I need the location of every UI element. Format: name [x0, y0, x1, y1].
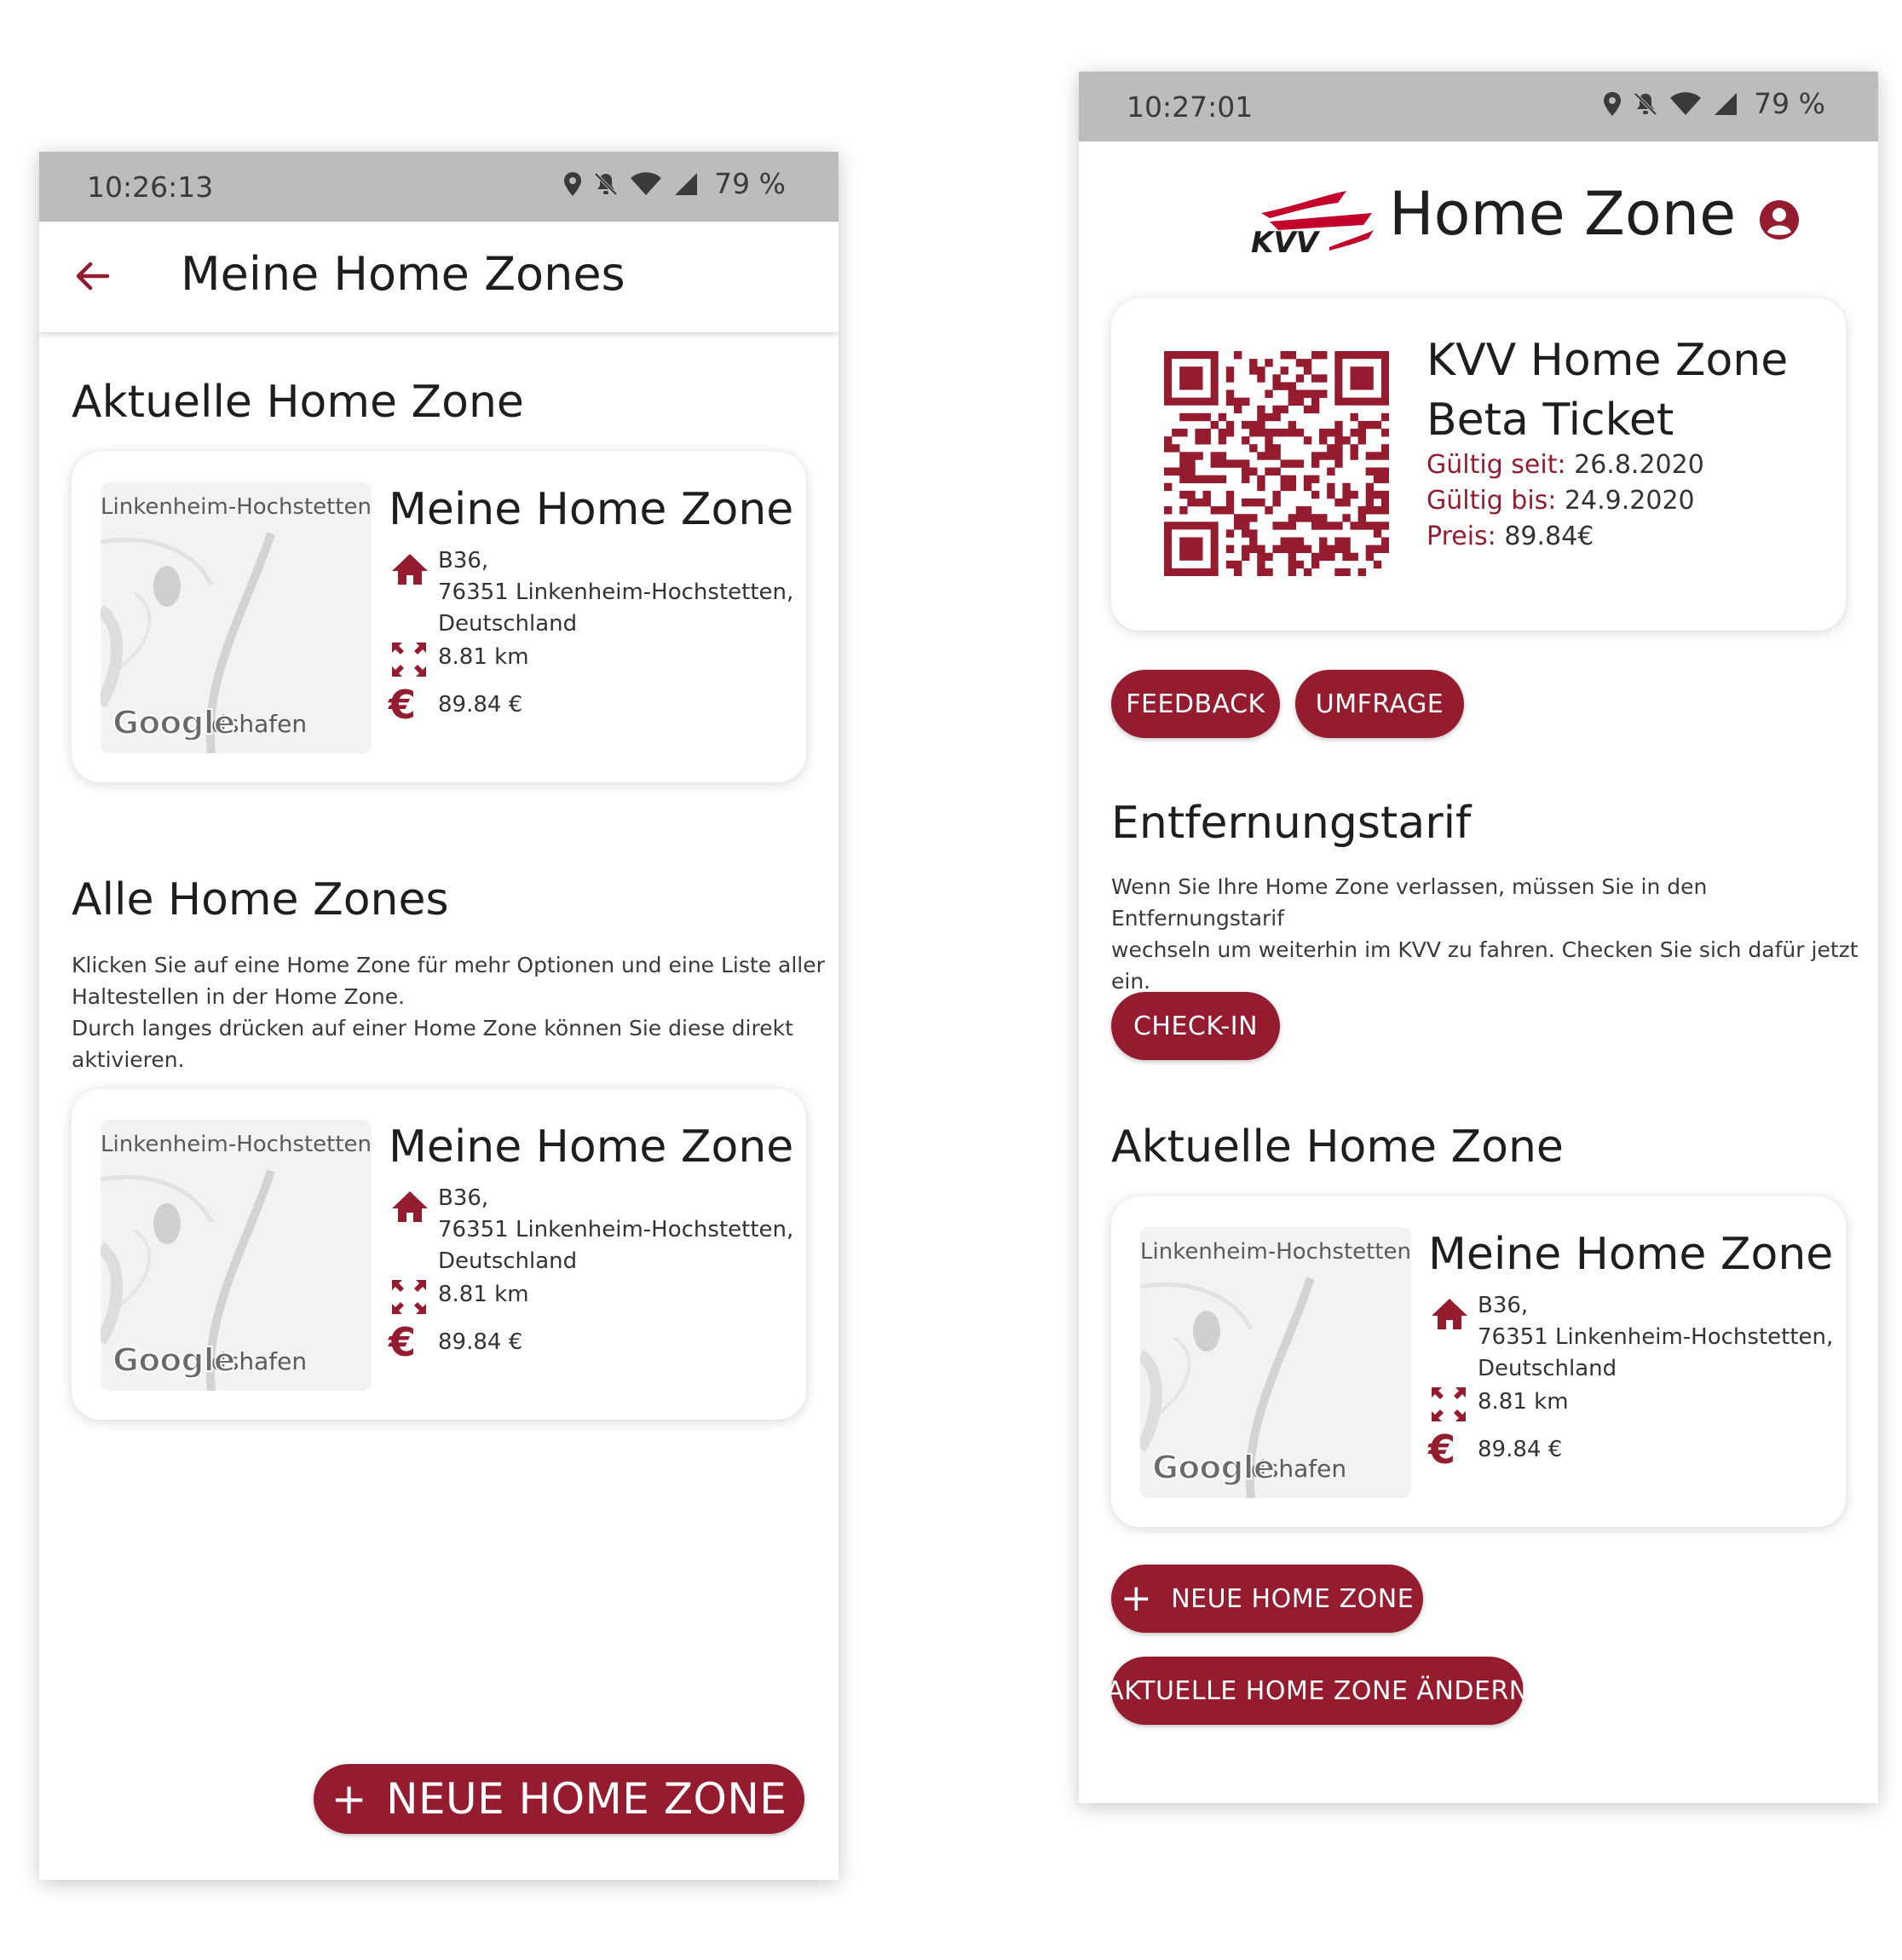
status-time: 10:27:01	[1127, 90, 1254, 124]
home-icon	[392, 1191, 428, 1222]
current-zone-heading: Aktuelle Home Zone	[1111, 1121, 1564, 1173]
map-city-label: Linkenheim-Hochstetten	[1140, 1239, 1411, 1265]
phone-screen-my-home-zones: 10:26:13 79 % Meine Home Zones Aktuelle …	[39, 152, 839, 1880]
list-item[interactable]: Linkenheim-Hochstetten dshafen Google Me…	[72, 1089, 806, 1420]
expand-icon	[392, 1280, 426, 1314]
current-zone-heading: Aktuelle Home Zone	[72, 377, 524, 428]
location-icon	[1604, 91, 1622, 116]
current-zone-card[interactable]: Linkenheim-Hochstetten dshafen Google Me…	[1111, 1196, 1846, 1527]
zone-distance: 8.81 km	[438, 644, 529, 670]
battery-percent: 79 %	[714, 167, 786, 200]
change-current-zone-button[interactable]: AKTUELLE HOME ZONE ÄNDERN	[1106, 1657, 1528, 1725]
zone-address: B36, 76351 Linkenheim-Hochstetten, Deuts…	[438, 548, 794, 637]
zone-name: Meine Home Zone	[1428, 1229, 1834, 1280]
euro-icon: €	[389, 682, 417, 728]
home-icon	[392, 554, 428, 585]
new-home-zone-button[interactable]: + NEUE HOME ZONE	[1111, 1565, 1423, 1633]
map-city-label: Linkenheim-Hochstetten	[101, 1132, 372, 1157]
current-zone-card[interactable]: Linkenheim-Hochstetten dshafen Google Me…	[72, 452, 806, 782]
euro-icon: €	[1428, 1427, 1456, 1473]
zone-price: 89.84 €	[1478, 1437, 1563, 1462]
distance-tariff-heading: Entfernungstarif	[1111, 798, 1472, 849]
home-icon	[1432, 1299, 1467, 1329]
distance-tariff-description: Wenn Sie Ihre Home Zone verlassen, müsse…	[1111, 874, 1859, 994]
new-home-zone-fab[interactable]: + NEUE HOME ZONE	[314, 1764, 804, 1834]
account-icon[interactable]	[1759, 199, 1800, 240]
wifi-icon	[631, 171, 662, 195]
zone-address: B36, 76351 Linkenheim-Hochstetten, Deuts…	[438, 1185, 794, 1274]
expand-icon	[392, 643, 426, 677]
zone-distance: 8.81 km	[1478, 1389, 1569, 1415]
euro-icon: €	[389, 1319, 417, 1365]
zone-address: B36, 76351 Linkenheim-Hochstetten, Deuts…	[1478, 1293, 1834, 1381]
zone-map: Linkenheim-Hochstetten dshafen Google	[1140, 1227, 1411, 1498]
zone-map: Linkenheim-Hochstetten dshafen Google	[101, 482, 372, 753]
kvv-logo: KVV	[1251, 191, 1374, 256]
status-bar: 10:26:13 79 %	[39, 152, 839, 222]
kvv-logo-text: KVV	[1251, 226, 1321, 256]
google-logo: Google	[112, 703, 236, 742]
zone-price: 89.84 €	[438, 692, 523, 718]
status-time: 10:26:13	[87, 170, 214, 204]
plus-icon: +	[1120, 1577, 1153, 1620]
ticket-valid-from: Gültig seit: 26.8.2020	[1426, 450, 1704, 480]
phone-screen-home-zone: 10:27:01 79 % KVV Home Zone KVV Home Zon…	[1079, 72, 1878, 1803]
plus-icon: +	[331, 1774, 368, 1824]
notifications-off-icon	[1634, 92, 1657, 115]
google-logo: Google	[112, 1340, 236, 1380]
battery-percent: 79 %	[1754, 87, 1825, 120]
feedback-button[interactable]: FEEDBACK	[1111, 670, 1280, 738]
survey-button[interactable]: UMFRAGE	[1295, 670, 1464, 738]
expand-icon	[1432, 1387, 1466, 1421]
ticket-price: Preis: 89.84€	[1426, 522, 1594, 551]
all-zones-heading: Alle Home Zones	[72, 874, 449, 925]
wifi-icon	[1670, 91, 1702, 115]
zone-name: Meine Home Zone	[389, 484, 794, 535]
page-title: Home Zone	[1389, 179, 1737, 249]
signal-icon	[1715, 92, 1738, 115]
location-icon	[564, 171, 582, 196]
qr-code	[1164, 351, 1389, 576]
back-arrow-icon[interactable]	[73, 257, 111, 295]
zone-distance: 8.81 km	[438, 1282, 529, 1307]
ticket-valid-to: Gültig bis: 24.9.2020	[1426, 486, 1695, 516]
ticket-card[interactable]: KVV Home Zone Beta Ticket Gültig seit: 2…	[1111, 298, 1846, 631]
zone-price: 89.84 €	[438, 1329, 523, 1355]
google-logo: Google	[1151, 1448, 1276, 1487]
status-bar: 10:27:01 79 %	[1079, 72, 1878, 141]
all-zones-description: Klicken Sie auf eine Home Zone für mehr …	[72, 953, 825, 1072]
page-title: Meine Home Zones	[181, 247, 625, 301]
signal-icon	[675, 172, 698, 195]
notifications-off-icon	[594, 172, 618, 195]
map-city-label: Linkenheim-Hochstetten	[101, 494, 372, 520]
zone-name: Meine Home Zone	[389, 1121, 794, 1173]
ticket-name: KVV Home Zone Beta Ticket	[1426, 335, 1789, 446]
app-bar: Meine Home Zones	[39, 222, 839, 332]
check-in-button[interactable]: CHECK-IN	[1111, 992, 1280, 1060]
zone-map: Linkenheim-Hochstetten dshafen Google	[101, 1120, 372, 1391]
